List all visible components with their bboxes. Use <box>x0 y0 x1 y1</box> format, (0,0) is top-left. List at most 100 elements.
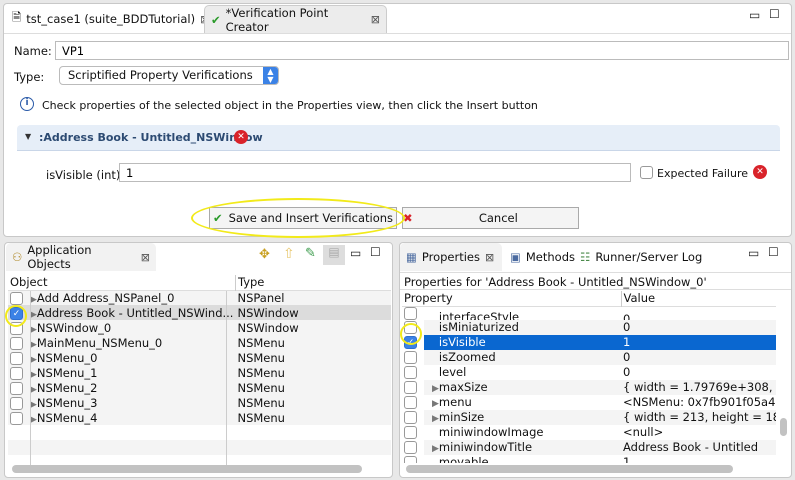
row-checkbox[interactable] <box>402 379 424 395</box>
expand-icon[interactable]: ▶ <box>30 310 37 320</box>
minimize-button[interactable]: ▭ <box>350 246 361 260</box>
close-icon[interactable]: ⊠ <box>371 13 380 26</box>
table-row[interactable]: ▶NSMenu_1 NSMenu <box>8 365 391 380</box>
remove-property-icon[interactable]: ✕ <box>753 165 767 179</box>
expected-failure-label: Expected Failure <box>657 167 749 180</box>
close-icon[interactable]: ⊠ <box>485 251 494 264</box>
table-row[interactable]: ▶isMiniaturized0 <box>402 319 776 335</box>
eyedropper-icon[interactable]: ✎ <box>305 246 316 261</box>
object-name: NSMenu_1 <box>36 365 98 380</box>
name-input[interactable] <box>55 41 789 60</box>
expand-icon[interactable]: ▶ <box>432 444 439 454</box>
tab-test-case[interactable]: 🗎 tst_case1 (suite_BDDTutorial) ⊠ <box>6 5 216 33</box>
expand-icon[interactable]: ▶ <box>30 370 37 380</box>
property-value: 0 <box>621 319 776 335</box>
property-name: maxSize <box>438 380 488 394</box>
pick-object-icon[interactable]: ✥ <box>259 247 270 262</box>
row-checkbox[interactable] <box>402 409 424 425</box>
table-row[interactable]: ▶miniwindowTitle Address Book - Untitled <box>402 439 776 455</box>
property-value-input[interactable] <box>119 163 631 182</box>
file-icon: 🗎 <box>12 9 22 24</box>
properties-panel: ▦ Properties ⊠ ▣ Methods ☷ Runner/Server… <box>399 242 792 478</box>
horizontal-scrollbar[interactable] <box>12 465 362 473</box>
table-row[interactable]: ▶MainMenu_NSMenu_0 NSMenu <box>8 335 391 350</box>
expand-icon[interactable]: ▶ <box>30 355 37 365</box>
maximize-button[interactable]: ☐ <box>370 245 381 259</box>
expand-icon[interactable]: ▶ <box>30 385 37 395</box>
column-property[interactable]: Property <box>402 291 622 306</box>
table-row[interactable]: ▶maxSize { width = 1.79769e+308, heigh <box>402 379 776 395</box>
expand-icon[interactable]: ▶ <box>30 400 37 410</box>
table-row[interactable]: ▶NSMenu_4 NSMenu <box>8 410 391 425</box>
expand-icon[interactable]: ▶ <box>432 384 439 394</box>
row-checkbox[interactable] <box>402 439 424 455</box>
row-checkbox[interactable] <box>8 290 28 305</box>
expand-icon[interactable]: ▶ <box>30 295 37 305</box>
expand-icon[interactable]: ▶ <box>30 415 37 425</box>
minimize-button[interactable]: ▭ <box>748 246 759 260</box>
expected-failure-checkbox[interactable] <box>640 166 653 179</box>
info-text: Check properties of the selected object … <box>42 99 538 112</box>
column-value[interactable]: Value <box>621 291 776 306</box>
row-checkbox[interactable] <box>8 365 28 380</box>
row-checkbox[interactable] <box>8 410 28 425</box>
property-value: { width = 1.79769e+308, heigh <box>621 379 776 395</box>
row-checkbox[interactable] <box>8 395 28 410</box>
property-name: level <box>438 365 467 379</box>
maximize-button[interactable]: ☐ <box>769 7 780 21</box>
maximize-button[interactable]: ☐ <box>768 245 779 259</box>
row-checkbox[interactable] <box>8 350 28 365</box>
minimize-button[interactable]: ▭ <box>749 8 760 22</box>
table-row[interactable]: ▶NSWindow_0 NSWindow <box>8 320 391 335</box>
tab-methods[interactable]: ▣ Methods <box>504 243 581 271</box>
table-row[interactable]: ✓▶isVisible1 <box>402 334 776 350</box>
table-row[interactable]: ▶Add Address_NSPanel_0 NSPanel <box>8 290 391 305</box>
expand-icon[interactable]: ▶ <box>30 325 37 335</box>
row-checkbox[interactable] <box>402 424 424 440</box>
table-row[interactable]: ▶NSMenu_0 NSMenu <box>8 350 391 365</box>
table-row[interactable]: ▶minSize { width = 213, height = 183 } <box>402 409 776 425</box>
object-name: NSMenu_4 <box>36 410 98 425</box>
expand-icon[interactable]: ▶ <box>30 340 37 350</box>
section-title: :Address Book - Untitled_NSWindow <box>39 131 263 144</box>
property-value: 1 <box>623 455 631 463</box>
close-icon[interactable]: ⊠ <box>141 251 150 264</box>
properties-icon: ▦ <box>406 250 417 264</box>
row-checkbox[interactable] <box>8 380 28 395</box>
tab-runner-server-log[interactable]: ☷ Runner/Server Log <box>574 243 708 271</box>
table-row[interactable]: ▶NSMenu_3 NSMenu <box>8 395 391 410</box>
vertical-scrollbar[interactable] <box>780 418 787 436</box>
row-checkbox[interactable] <box>402 394 424 410</box>
tab-verification-point-creator[interactable]: ✔ *Verification Point Creator ⊠ <box>204 5 387 34</box>
row-checkbox[interactable] <box>402 349 424 365</box>
highlight-circle <box>5 305 27 327</box>
table-row[interactable]: ▶miniwindowImage<null> <box>402 424 776 440</box>
up-arrow-icon[interactable]: ⇧ <box>283 246 295 262</box>
highlight-toggle-icon[interactable]: ▤ <box>323 245 345 265</box>
table-row[interactable]: ▶NSMenu_2 NSMenu <box>8 380 391 395</box>
table-row[interactable]: ▶interfaceStyle0 <box>402 306 776 320</box>
table-row[interactable]: ✓ ▶Address Book - Untitled_NSWind... NSWin… <box>8 305 391 320</box>
log-icon: ☷ <box>580 250 591 264</box>
expand-icon[interactable]: ▶ <box>432 399 439 409</box>
cancel-button[interactable]: ✖ Cancel <box>402 207 579 229</box>
type-select[interactable]: Scriptified Property Verifications ▲ ▼ <box>59 66 279 85</box>
remove-object-icon[interactable]: ✕ <box>234 130 248 144</box>
horizontal-scrollbar[interactable] <box>406 465 733 473</box>
collapse-icon[interactable]: ▼ <box>25 132 31 141</box>
tab-application-objects[interactable]: ⚇ Application Objects ⊠ <box>6 243 156 271</box>
table-row[interactable]: ▶isZoomed0 <box>402 349 776 365</box>
property-value: { width = 213, height = 183 } <box>621 409 776 425</box>
tab-properties[interactable]: ▦ Properties ⊠ <box>400 243 502 271</box>
expand-icon[interactable]: ▶ <box>432 414 439 424</box>
table-row[interactable]: ▶menu <NSMenu: 0x7fb901f05a40>... <box>402 394 776 410</box>
row-checkbox[interactable] <box>402 306 424 320</box>
row-checkbox[interactable] <box>402 364 424 380</box>
table-row[interactable]: ▶level0 <box>402 364 776 380</box>
table-row[interactable]: ▶movable1 <box>402 454 776 463</box>
column-type[interactable]: Type <box>235 275 391 290</box>
row-checkbox[interactable] <box>402 454 424 463</box>
objects-icon: ⚇ <box>12 250 23 264</box>
column-object[interactable]: Object <box>8 275 236 290</box>
row-checkbox[interactable] <box>8 335 28 350</box>
